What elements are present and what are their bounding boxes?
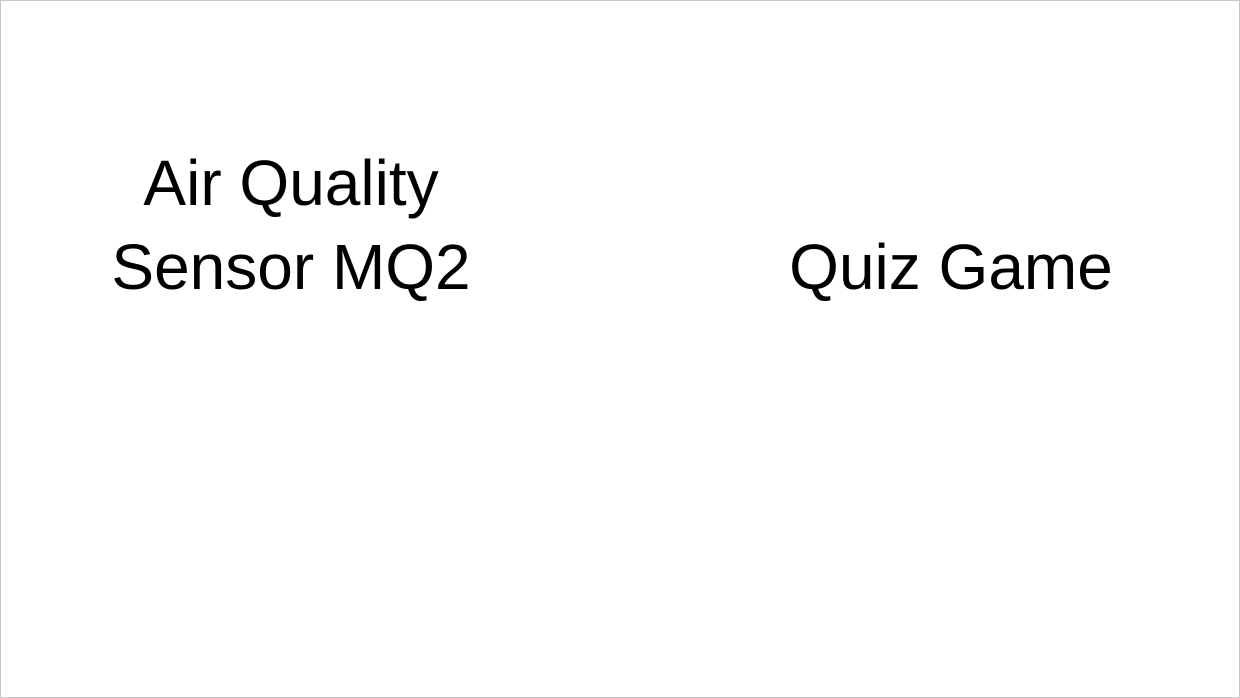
- slide-canvas: Air Quality Sensor MQ2 Quiz Game: [0, 0, 1240, 698]
- left-title-line-1: Air Quality: [143, 147, 439, 219]
- left-title-line-2: Sensor MQ2: [111, 231, 471, 303]
- right-title: Quiz Game: [789, 231, 1113, 303]
- left-title: Air Quality Sensor MQ2: [41, 141, 541, 309]
